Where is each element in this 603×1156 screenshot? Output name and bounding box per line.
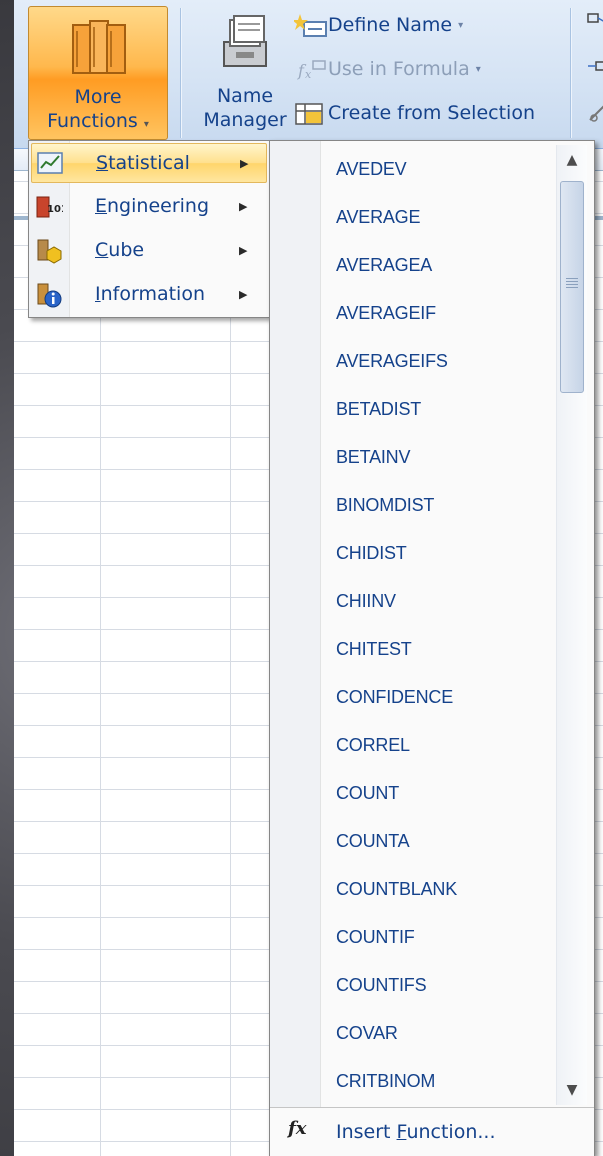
fx-icon: fx [288, 1118, 307, 1139]
statistical-label: tatistical [108, 152, 190, 174]
name-manager-label-line2: Manager [203, 109, 287, 131]
submenu-arrow-icon: ▶ [239, 244, 248, 257]
vertical-scrollbar[interactable]: ▲ ▼ [556, 145, 587, 1105]
define-name-button[interactable]: Define Name ▾ [294, 8, 463, 42]
more-functions-label-line1: More [74, 86, 122, 108]
function-item-count[interactable]: COUNT [336, 775, 399, 811]
ribbon-separator [180, 8, 181, 138]
function-item-covar[interactable]: COVAR [336, 1015, 398, 1051]
menu-item-cube[interactable]: Cube ▶ [31, 231, 267, 271]
function-item-chiinv[interactable]: CHIINV [336, 583, 396, 619]
menu-item-statistical[interactable]: Statistical ▶ [31, 143, 267, 183]
statistical-accelerator: S [96, 152, 109, 174]
scroll-down-icon[interactable]: ▼ [557, 1075, 587, 1105]
submenu-arrow-icon: ▶ [240, 157, 249, 170]
scroll-up-icon[interactable]: ▲ [557, 145, 587, 175]
insert-function-accelerator: F [396, 1121, 407, 1143]
name-manager-label-line1: Name [216, 85, 274, 107]
cube-accelerator: C [95, 239, 109, 261]
information-icon [37, 283, 62, 308]
svg-text:101: 101 [47, 204, 63, 215]
dropdown-arrow-icon: ▾ [475, 63, 481, 75]
engineering-accelerator: E [95, 195, 108, 217]
function-item-averageifs[interactable]: AVERAGEIFS [336, 343, 448, 379]
function-item-confidence[interactable]: CONFIDENCE [336, 679, 453, 715]
function-item-avedev[interactable]: AVEDEV [336, 151, 407, 187]
statistical-functions-menu: AVEDEV AVERAGE AVERAGEA AVERAGEIF AVERAGEIFS… [269, 140, 595, 1156]
insert-function-label-pre: Insert [336, 1121, 397, 1143]
dropdown-arrow-icon: ▾ [458, 19, 464, 31]
submenu-arrow-icon: ▶ [239, 288, 248, 301]
scrollbar-thumb[interactable] [560, 181, 584, 393]
function-item-countblank[interactable]: COUNTBLANK [336, 871, 457, 907]
function-item-critbinom[interactable]: CRITBINOM [336, 1063, 435, 1099]
books-icon [72, 20, 126, 74]
fx-formula-icon: f x [297, 59, 326, 81]
submenu-arrow-icon: ▶ [239, 200, 248, 213]
dropdown-arrow-icon: ▾ [143, 119, 149, 130]
more-functions-button[interactable]: More Functions ▾ [28, 6, 168, 140]
name-manager-button[interactable]: Name Manager [203, 8, 287, 142]
insert-function-label-post: unction... [406, 1121, 496, 1143]
ribbon-separator [570, 8, 571, 138]
trace-dependents-icon[interactable] [586, 54, 603, 82]
define-name-icon [294, 13, 327, 37]
insert-function-item[interactable]: fx Insert Function... [270, 1107, 594, 1156]
function-item-average[interactable]: AVERAGE [336, 199, 420, 235]
engineering-label: ngineering [107, 195, 210, 217]
function-item-correl[interactable]: CORREL [336, 727, 410, 763]
define-name-label: Define Name [328, 14, 453, 36]
function-item-binomdist[interactable]: BINOMDIST [336, 487, 434, 523]
create-from-selection-button[interactable]: Create from Selection [294, 96, 535, 130]
function-item-chitest[interactable]: CHITEST [336, 631, 412, 667]
information-label: nformation [100, 283, 205, 305]
menu-item-engineering[interactable]: 101 Engineering ▶ [31, 187, 267, 227]
more-functions-menu: Statistical ▶ 101 Engineering ▶ Cube ▶ I… [28, 140, 270, 318]
function-item-betainv[interactable]: BETAINV [336, 439, 410, 475]
function-item-countif[interactable]: COUNTIF [336, 919, 415, 955]
function-item-chidist[interactable]: CHIDIST [336, 535, 407, 571]
engineering-101-icon: 101 [36, 196, 63, 218]
name-manager-icon [223, 15, 267, 67]
formulas-ribbon: More Functions ▾ Name Manager Define Nam… [14, 0, 603, 149]
grip-icon [566, 278, 578, 288]
trace-precedents-icon[interactable] [586, 10, 603, 38]
function-item-averagea[interactable]: AVERAGEA [336, 247, 432, 283]
function-item-betadist[interactable]: BETADIST [336, 391, 421, 427]
cube-icon [37, 239, 62, 264]
menu-icon-gutter [270, 141, 321, 1155]
function-item-averageif[interactable]: AVERAGEIF [336, 295, 436, 331]
create-from-selection-label: Create from Selection [328, 102, 535, 124]
cube-label: ube [108, 239, 145, 261]
create-from-selection-icon [295, 102, 323, 125]
function-item-countifs[interactable]: COUNTIFS [336, 967, 427, 1003]
statistical-chart-icon [37, 152, 63, 174]
menu-item-information[interactable]: Information ▶ [31, 275, 267, 315]
svg-text:x: x [305, 68, 312, 81]
use-in-formula-button[interactable]: f x Use in Formula ▾ [294, 52, 481, 86]
more-functions-label-line2: Functions [47, 110, 138, 132]
remove-arrows-icon[interactable] [586, 98, 603, 126]
function-item-counta[interactable]: COUNTA [336, 823, 410, 859]
use-in-formula-label: Use in Formula [328, 58, 470, 80]
